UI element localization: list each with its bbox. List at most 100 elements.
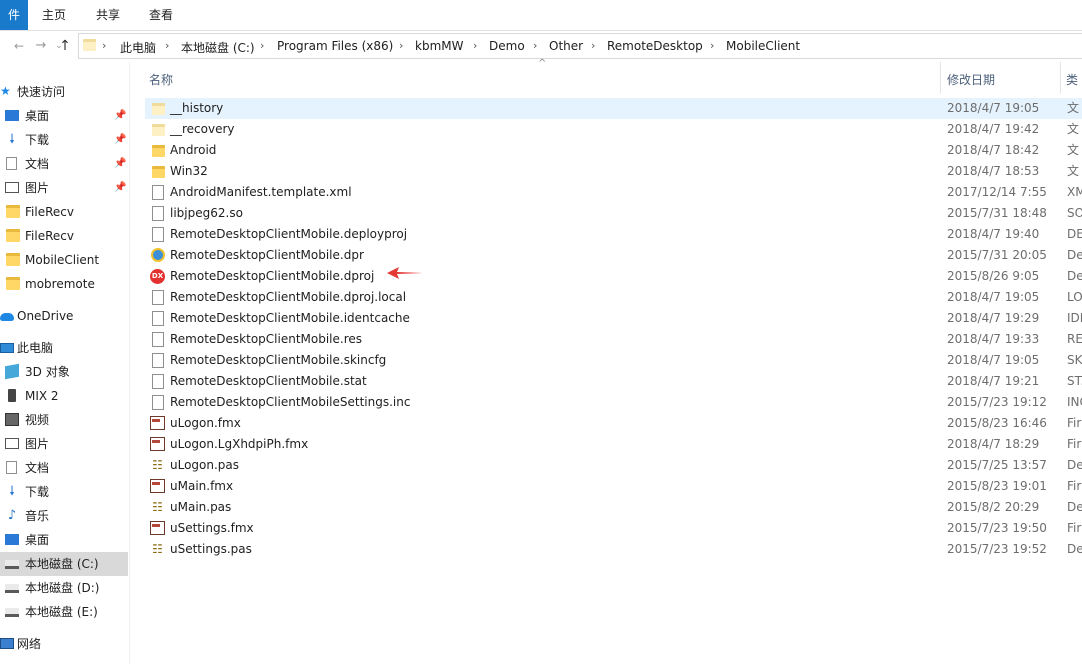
folder-icon: [152, 166, 165, 178]
sidebar-item-downloads-2[interactable]: 🠗 下载: [0, 480, 128, 504]
file-type: DE: [1067, 227, 1082, 241]
tab-share[interactable]: 共享: [94, 0, 122, 30]
sidebar-item-mix2[interactable]: MIX 2: [0, 384, 128, 408]
file-row[interactable]: uLogon.LgXhdpiPh.fmx 2018/4/7 18:29 Fir: [145, 434, 1082, 455]
file-row[interactable]: uMain.fmx 2015/8/23 19:01 Fir: [145, 476, 1082, 497]
file-row[interactable]: ☷ uMain.pas 2015/8/2 20:29 De: [145, 497, 1082, 518]
pin-icon[interactable]: 📌: [114, 128, 126, 152]
file-row[interactable]: DX RemoteDesktopClientMobile.dproj 2015/…: [145, 266, 1082, 287]
breadcrumb-mobileclient[interactable]: MobileClient: [726, 39, 800, 53]
file-row[interactable]: Android 2018/4/7 18:42 文: [145, 140, 1082, 161]
file-date: 2018/4/7 19:29: [947, 311, 1040, 325]
file-name: RemoteDesktopClientMobile.dproj: [170, 269, 375, 283]
file-row[interactable]: RemoteDesktopClientMobile.dproj.local 20…: [145, 287, 1082, 308]
column-header-date[interactable]: 修改日期: [947, 71, 995, 88]
document-icon: [6, 461, 17, 474]
column-divider[interactable]: [940, 62, 941, 94]
file-row[interactable]: libjpeg62.so 2015/7/31 18:48 SO: [145, 203, 1082, 224]
up-arrow-icon[interactable]: ↑: [58, 37, 72, 55]
breadcrumb-separator[interactable]: ›: [591, 39, 595, 52]
breadcrumb-separator[interactable]: ›: [165, 39, 169, 52]
column-header-type[interactable]: 类: [1066, 71, 1078, 88]
sidebar-item-filerecv[interactable]: FileRecv: [0, 200, 128, 224]
file-row[interactable]: __history 2018/4/7 19:05 文: [145, 98, 1082, 119]
sidebar-item-videos[interactable]: 视频: [0, 408, 128, 432]
sidebar-item-downloads[interactable]: 🠗 下载 📌: [0, 128, 128, 152]
file-row[interactable]: AndroidManifest.template.xml 2017/12/14 …: [145, 182, 1082, 203]
sidebar-item-label: 此电脑: [17, 341, 54, 355]
sidebar-item-desktop[interactable]: 桌面 📌: [0, 104, 128, 128]
breadcrumb-demo[interactable]: Demo: [489, 39, 525, 53]
file-row[interactable]: uSettings.fmx 2015/7/23 19:50 Fir: [145, 518, 1082, 539]
sidebar-item-documents[interactable]: 文档 📌: [0, 152, 128, 176]
sidebar-item-drive-e[interactable]: 本地磁盘 (E:): [0, 600, 128, 624]
file-date: 2015/8/2 20:29: [947, 500, 1040, 514]
sidebar-item-quick-access[interactable]: ★ 快速访问: [0, 80, 128, 104]
file-row[interactable]: ☷ uLogon.pas 2015/7/25 13:57 De: [145, 455, 1082, 476]
file-name: AndroidManifest.template.xml: [170, 185, 352, 199]
file-type: 文: [1067, 164, 1080, 178]
breadcrumb-separator[interactable]: ›: [473, 39, 477, 52]
dpr-icon: [151, 248, 165, 262]
sidebar-item-3d-objects[interactable]: 3D 对象: [0, 360, 128, 384]
file-row[interactable]: Win32 2018/4/7 18:53 文: [145, 161, 1082, 182]
breadcrumb-drive-c[interactable]: 本地磁盘 (C:): [181, 39, 255, 56]
sidebar-item-pictures[interactable]: 图片 📌: [0, 176, 128, 200]
file-name: uLogon.LgXhdpiPh.fmx: [170, 437, 309, 451]
sidebar-item-music[interactable]: ♪ 音乐: [0, 504, 128, 528]
sidebar-item-this-pc[interactable]: 此电脑: [0, 336, 128, 360]
sidebar-item-label: 本地磁盘 (C:): [25, 557, 99, 571]
sidebar-item-drive-d[interactable]: 本地磁盘 (D:): [0, 576, 128, 600]
file-row[interactable]: ☷ uSettings.pas 2015/7/23 19:52 De: [145, 539, 1082, 560]
folder-icon: [6, 229, 20, 242]
sidebar-item-documents-2[interactable]: 文档: [0, 456, 128, 480]
pin-icon[interactable]: 📌: [114, 176, 126, 200]
file-type: ST.: [1067, 374, 1082, 388]
file-row[interactable]: RemoteDesktopClientMobile.dpr 2015/7/31 …: [145, 245, 1082, 266]
sidebar-item-desktop-2[interactable]: 桌面: [0, 528, 128, 552]
column-header: ^ 名称 修改日期 类: [140, 58, 1082, 94]
breadcrumb-other[interactable]: Other: [549, 39, 583, 53]
breadcrumb-separator[interactable]: ›: [102, 39, 106, 52]
sidebar-item-mobremote[interactable]: mobremote: [0, 272, 128, 296]
breadcrumb-this-pc[interactable]: 此电脑: [120, 39, 156, 56]
file-row[interactable]: RemoteDesktopClientMobile.skincfg 2018/4…: [145, 350, 1082, 371]
tab-home[interactable]: 主页: [40, 0, 68, 30]
sidebar-item-drive-c[interactable]: 本地磁盘 (C:): [0, 552, 128, 576]
breadcrumb-program-files[interactable]: Program Files (x86): [277, 39, 393, 53]
back-arrow-icon[interactable]: ←: [12, 37, 26, 55]
file-name: RemoteDesktopClientMobileSettings.inc: [170, 395, 411, 409]
column-divider[interactable]: [1060, 62, 1061, 94]
column-header-name[interactable]: 名称: [149, 71, 173, 88]
tab-view[interactable]: 查看: [147, 0, 175, 30]
sidebar-item-network[interactable]: 网络: [0, 632, 128, 656]
file-row[interactable]: RemoteDesktopClientMobile.identcache 201…: [145, 308, 1082, 329]
breadcrumb-separator[interactable]: ›: [533, 39, 537, 52]
file-row[interactable]: RemoteDesktopClientMobile.res 2018/4/7 1…: [145, 329, 1082, 350]
breadcrumb-kbmmw[interactable]: kbmMW: [415, 39, 463, 53]
file-date: 2015/7/25 13:57: [947, 458, 1047, 472]
file-row[interactable]: RemoteDesktopClientMobile.stat 2018/4/7 …: [145, 371, 1082, 392]
file-icon: [152, 353, 164, 368]
pin-icon[interactable]: 📌: [114, 152, 126, 176]
file-row[interactable]: RemoteDesktopClientMobile.deployproj 201…: [145, 224, 1082, 245]
forward-arrow-icon[interactable]: →: [34, 37, 48, 55]
tab-file[interactable]: 件: [0, 0, 28, 30]
sidebar-item-pictures-2[interactable]: 图片: [0, 432, 128, 456]
sidebar-item-filerecv-2[interactable]: FileRecv: [0, 224, 128, 248]
file-row[interactable]: RemoteDesktopClientMobileSettings.inc 20…: [145, 392, 1082, 413]
breadcrumb-separator[interactable]: ›: [399, 39, 403, 52]
breadcrumb-remotedesktop[interactable]: RemoteDesktop: [607, 39, 703, 53]
pin-icon[interactable]: 📌: [114, 104, 126, 128]
address-bar[interactable]: › 此电脑 › 本地磁盘 (C:) › Program Files (x86) …: [78, 33, 1082, 59]
desktop-icon: [5, 110, 19, 121]
file-type: INC: [1067, 395, 1082, 409]
sidebar-item-mobileclient[interactable]: MobileClient: [0, 248, 128, 272]
file-type: SK: [1067, 353, 1082, 367]
breadcrumb-separator[interactable]: ›: [260, 39, 264, 52]
sidebar-item-onedrive[interactable]: OneDrive: [0, 304, 128, 328]
file-row[interactable]: uLogon.fmx 2015/8/23 16:46 Fir: [145, 413, 1082, 434]
navigation-pane: ★ 快速访问 桌面 📌 🠗 下载 📌 文档 📌 图片 📌 FileRecv Fi…: [0, 62, 130, 664]
breadcrumb-separator[interactable]: ›: [710, 39, 714, 52]
file-row[interactable]: __recovery 2018/4/7 19:42 文: [145, 119, 1082, 140]
